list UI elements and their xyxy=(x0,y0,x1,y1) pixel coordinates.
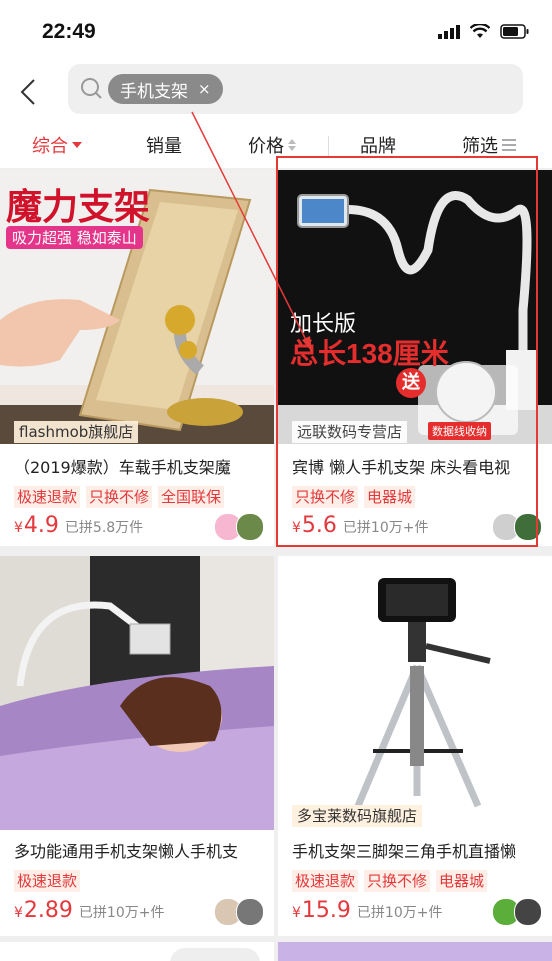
status-bar: 22:49 xyxy=(0,0,552,62)
wifi-icon xyxy=(470,24,490,38)
status-icons xyxy=(438,24,530,39)
battery-icon xyxy=(500,24,529,39)
sold-count: 已拼10万+件 xyxy=(356,905,443,921)
chevron-left-icon xyxy=(20,79,35,105)
product-tag: 极速退款 xyxy=(292,870,359,892)
product-image xyxy=(278,556,552,830)
product-tags: 极速退款 只换不修 全国联保 xyxy=(14,486,225,508)
product-tag: 极速退款 xyxy=(14,486,81,508)
product-title: （2019爆款）车载手机支架魔 xyxy=(14,458,231,477)
product-tag: 电器城 xyxy=(436,870,488,892)
product-card[interactable]: 多宝莱数码旗舰店 手机支架三脚架三角手机直播懒 极速退款 只换不修 电器城 ¥ … xyxy=(278,556,552,936)
filter-icon xyxy=(502,139,516,151)
avatar xyxy=(236,513,264,541)
price-value: 4.9 xyxy=(23,513,59,538)
currency-symbol: ¥ xyxy=(14,520,23,536)
currency-symbol: ¥ xyxy=(292,905,301,921)
product-title: 手机支架三脚架三角手机直播懒 xyxy=(292,842,517,861)
search-query-chip[interactable]: 手机支架 × xyxy=(108,74,223,104)
product-tags: 极速退款 只换不修 电器城 xyxy=(292,870,488,892)
tab-brand-label: 品牌 xyxy=(360,136,396,157)
tab-filter-label: 筛选 xyxy=(462,136,498,157)
product-card[interactable]: 魔力支架 吸力超强 稳如泰山 flashmob旗舰店 （2019爆款）车载手机支… xyxy=(0,170,274,546)
product-card[interactable] xyxy=(0,942,274,961)
sold-count: 已拼5.8万件 xyxy=(64,520,144,536)
product-tag: 只换不修 xyxy=(364,870,431,892)
product-image-banner: 吸力超强 稳如泰山 xyxy=(6,226,143,249)
product-image-headline: 魔力支架 xyxy=(6,186,151,227)
price-value: 2.89 xyxy=(23,898,73,923)
signal-icon xyxy=(438,24,460,39)
shop-name: flashmob旗舰店 xyxy=(14,421,139,443)
product-tag: 极速退款 xyxy=(14,870,81,892)
product-tags: 极速退款 xyxy=(14,870,81,892)
product-tag: 全国联保 xyxy=(158,486,225,508)
product-card[interactable] xyxy=(278,942,552,961)
search-header: 手机支架 × xyxy=(0,62,552,124)
caret-down-icon xyxy=(72,142,82,148)
buyer-avatars xyxy=(214,513,264,541)
back-button[interactable] xyxy=(14,72,44,112)
buyer-avatars xyxy=(214,898,264,926)
tab-brand[interactable]: 品牌 xyxy=(360,132,396,158)
tab-filter[interactable]: 筛选 xyxy=(462,132,517,158)
tab-composite-label: 综合 xyxy=(32,136,68,157)
product-image xyxy=(170,948,260,961)
shop-name: 多宝莱数码旗舰店 xyxy=(292,805,423,827)
price-value: 15.9 xyxy=(301,898,351,923)
clear-query-icon[interactable]: × xyxy=(198,80,211,98)
tab-price[interactable]: 价格 xyxy=(248,132,297,158)
avatar xyxy=(236,898,264,926)
buyer-avatars xyxy=(492,898,542,926)
search-input[interactable]: 手机支架 × xyxy=(68,64,523,114)
tab-price-label: 价格 xyxy=(248,136,284,157)
sort-divider xyxy=(328,136,329,156)
tab-sales-label: 销量 xyxy=(146,136,182,157)
sort-arrows-icon xyxy=(288,139,296,151)
search-icon xyxy=(81,78,102,99)
tab-sales[interactable]: 销量 xyxy=(146,132,182,158)
product-image xyxy=(0,556,274,830)
sold-count: 已拼10万+件 xyxy=(78,905,165,921)
avatar xyxy=(514,898,542,926)
search-query-text: 手机支架 xyxy=(120,81,188,102)
product-price: ¥ 2.89 已拼10万+件 xyxy=(14,898,164,923)
product-price: ¥ 15.9 已拼10万+件 xyxy=(292,898,442,923)
status-time: 22:49 xyxy=(42,20,96,43)
currency-symbol: ¥ xyxy=(14,905,23,921)
tab-composite[interactable]: 综合 xyxy=(32,132,83,158)
highlight-box xyxy=(276,156,538,547)
product-card[interactable]: 多功能通用手机支架懒人手机支 极速退款 ¥ 2.89 已拼10万+件 xyxy=(0,556,274,936)
product-tag: 只换不修 xyxy=(86,486,153,508)
product-price: ¥ 4.9 已拼5.8万件 xyxy=(14,513,143,538)
product-title: 多功能通用手机支架懒人手机支 xyxy=(14,842,239,861)
